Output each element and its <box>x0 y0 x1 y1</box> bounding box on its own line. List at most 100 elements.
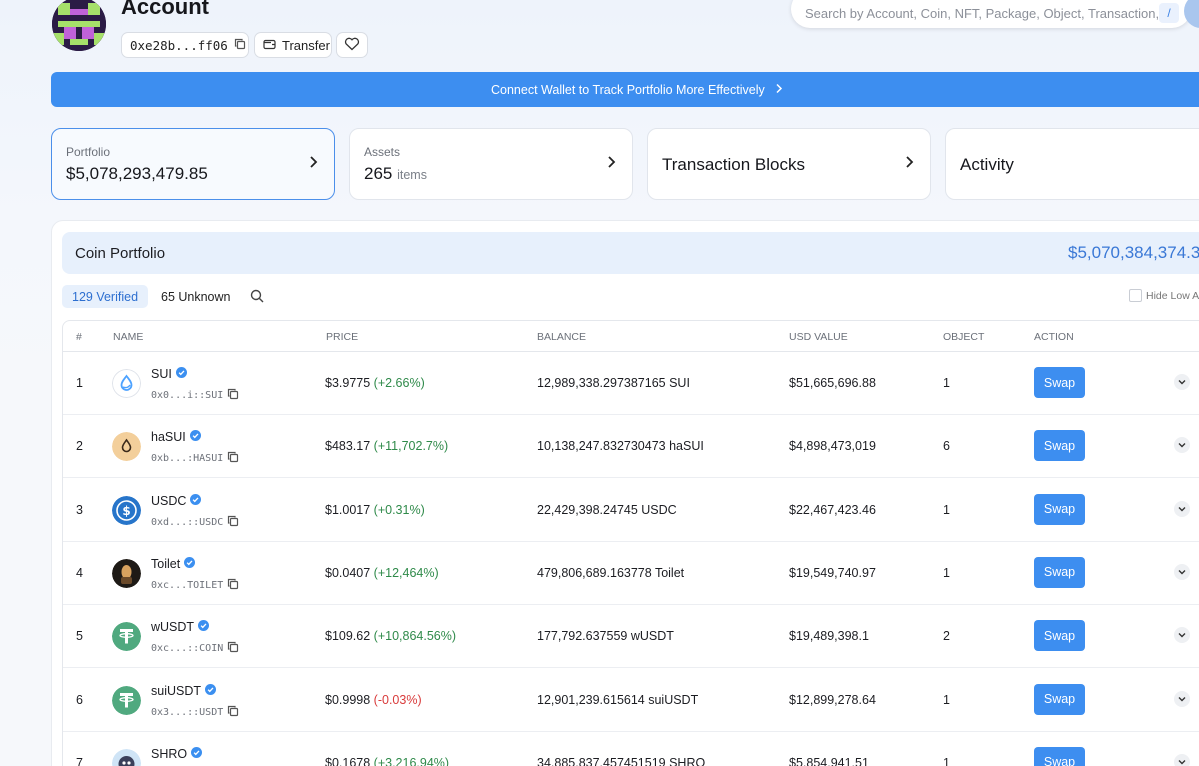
swap-button[interactable]: Swap <box>1034 683 1085 715</box>
coin-balance: 34,885,837.457451519 SHRO <box>537 755 706 766</box>
transfer-button[interactable]: Transfer <box>254 32 332 58</box>
chevron-right-icon <box>309 155 318 174</box>
row-number: 5 <box>76 629 83 644</box>
coin-name[interactable]: haSUI <box>151 430 186 444</box>
assets-count: 265 <box>364 164 393 183</box>
copy-icon[interactable] <box>227 515 239 530</box>
table-row[interactable]: 2 haSUI 0xb...:HASUI $483.17 (+11,702.7%… <box>63 415 1199 479</box>
hide-low-checkbox[interactable] <box>1129 289 1142 302</box>
price-cell: $0.1678 (+3,216.94%) <box>325 756 449 766</box>
banner-text: Connect Wallet to Track Portfolio More E… <box>491 82 765 97</box>
copy-icon[interactable] <box>234 38 246 53</box>
coin-name-cell[interactable]: haSUI <box>151 430 201 444</box>
chevron-down-icon[interactable] <box>1174 374 1190 390</box>
coin-name-cell[interactable]: USDC <box>151 493 202 508</box>
copy-icon[interactable] <box>227 641 239 656</box>
copy-icon[interactable] <box>227 578 239 593</box>
price-cell: $0.0407 (+12,464%) <box>325 566 439 580</box>
table-row[interactable]: 7 SHRO 0x...SHRO $0.1678 (+3,216.94%) 34… <box>63 732 1199 766</box>
transaction-blocks-card[interactable]: Transaction Blocks <box>647 128 931 200</box>
chevron-down-icon[interactable] <box>1174 500 1190 517</box>
account-avatar <box>52 0 106 51</box>
coin-object-count: 1 <box>943 692 950 707</box>
price-change: (+0.31%) <box>373 502 425 517</box>
connect-wallet-banner[interactable]: Connect Wallet to Track Portfolio More E… <box>51 72 1199 107</box>
coin-usd-value: $51,665,696.88 <box>789 376 876 390</box>
coin-type-cell: 0x3...::USDT <box>151 705 239 720</box>
coin-name[interactable]: Toilet <box>151 557 180 571</box>
price-cell: $483.17 (+11,702.7%) <box>325 439 448 453</box>
search-input[interactable]: Search by Account, Coin, NFT, Package, O… <box>805 0 1159 21</box>
swap-button[interactable]: Swap <box>1034 620 1085 652</box>
header-name[interactable]: NAME <box>113 331 143 343</box>
row-number: 3 <box>76 502 83 517</box>
tab-verified[interactable]: 129 Verified <box>62 285 149 308</box>
coin-name[interactable]: USDC <box>151 494 186 508</box>
coin-type: 0x0...i::SUI <box>151 390 224 401</box>
header-balance[interactable]: BALANCE <box>537 331 586 343</box>
coin-name-cell[interactable]: suiUSDT <box>151 683 217 698</box>
coin-name[interactable]: wUSDT <box>151 620 194 634</box>
address-pill[interactable]: 0xe28b...ff06 <box>121 32 249 58</box>
chevron-right-icon <box>905 155 914 174</box>
coin-name-cell[interactable]: SHRO <box>151 746 203 761</box>
verified-badge-icon <box>205 683 217 698</box>
swap-button[interactable]: Swap <box>1034 430 1085 462</box>
coin-name-cell[interactable]: SUI <box>151 367 187 381</box>
chevron-down-icon[interactable] <box>1174 753 1190 766</box>
table-row[interactable]: 5 wUSDT 0xc...::COIN $109.62 (+10,864.56… <box>63 605 1199 669</box>
tab-unknown[interactable]: 65 Unknown <box>151 285 241 308</box>
row-number: 4 <box>76 565 83 580</box>
row-number: 6 <box>76 692 83 707</box>
coin-price: $109.62 <box>325 629 371 644</box>
sui-coin-icon <box>112 369 141 398</box>
assets-unit: items <box>397 168 427 182</box>
header-object[interactable]: OBJECT <box>943 331 984 343</box>
coin-name[interactable]: suiUSDT <box>151 684 201 698</box>
coin-portfolio-total: $5,070,384,374.34 <box>1068 243 1199 262</box>
chevron-down-icon[interactable] <box>1174 563 1190 580</box>
hide-low-toggle[interactable]: Hide Low A <box>1129 289 1199 302</box>
swap-button[interactable]: Swap <box>1034 493 1085 525</box>
coin-name-cell[interactable]: wUSDT <box>151 620 210 634</box>
portfolio-value: $5,078,293,479.85 <box>66 164 208 183</box>
chevron-down-icon[interactable] <box>1174 627 1190 644</box>
coin-price: $0.0407 <box>325 565 371 580</box>
table-row[interactable]: 4 Toilet 0xc...TOILET $0.0407 (+12,464%)… <box>63 542 1199 605</box>
swap-button[interactable]: Swap <box>1034 556 1085 588</box>
coin-type: 0xb...:HASUI <box>151 453 224 465</box>
user-menu-icon[interactable] <box>1184 0 1199 28</box>
verified-badge-icon <box>184 556 196 571</box>
assets-card[interactable]: Assets 265 items <box>349 128 633 200</box>
table-row[interactable]: 6 suiUSDT 0x3...::USDT $0.9998 (-0.03%) … <box>63 669 1199 732</box>
table-row[interactable]: 1 SUI 0x0...i::SUI $3.9775 (+2.66%) 12,9… <box>63 352 1199 415</box>
price-change: (+10,864.56%) <box>373 629 457 644</box>
search-bar[interactable]: Search by Account, Coin, NFT, Package, O… <box>791 0 1191 28</box>
favorite-button[interactable] <box>336 32 368 58</box>
header-price[interactable]: PRICE <box>326 331 358 343</box>
coin-price: $1.0017 <box>325 502 371 517</box>
chevron-down-icon[interactable] <box>1174 690 1190 707</box>
search-shortcut-key: / <box>1159 3 1179 23</box>
coin-type: 0x3...::USDT <box>151 706 224 718</box>
header-num: # <box>76 331 82 343</box>
swap-button[interactable]: Swap <box>1034 367 1085 398</box>
copy-icon[interactable] <box>227 451 239 466</box>
price-cell: $0.9998 (-0.03%) <box>325 693 422 707</box>
heart-icon <box>344 37 360 54</box>
coin-name[interactable]: SHRO <box>151 747 187 761</box>
activity-label: Activity <box>960 155 1014 174</box>
coin-name[interactable]: SUI <box>151 367 172 381</box>
copy-icon[interactable] <box>227 388 239 403</box>
portfolio-card[interactable]: Portfolio $5,078,293,479.85 <box>51 128 335 200</box>
search-icon[interactable] <box>250 289 264 308</box>
coin-balance: 479,806,689.163778 Toilet <box>537 565 685 580</box>
copy-icon[interactable] <box>227 705 239 720</box>
chevron-down-icon[interactable] <box>1174 437 1190 454</box>
table-row[interactable]: 3 $ USDC 0xd...::USDC $1.0017 (+0.31%) 2… <box>63 479 1199 542</box>
coin-name-cell[interactable]: Toilet <box>151 556 196 571</box>
hide-low-label: Hide Low A <box>1146 289 1199 302</box>
activity-card[interactable]: Activity <box>945 128 1199 200</box>
swap-button[interactable]: Swap <box>1034 746 1085 766</box>
header-usd-value[interactable]: USD VALUE <box>789 331 848 343</box>
